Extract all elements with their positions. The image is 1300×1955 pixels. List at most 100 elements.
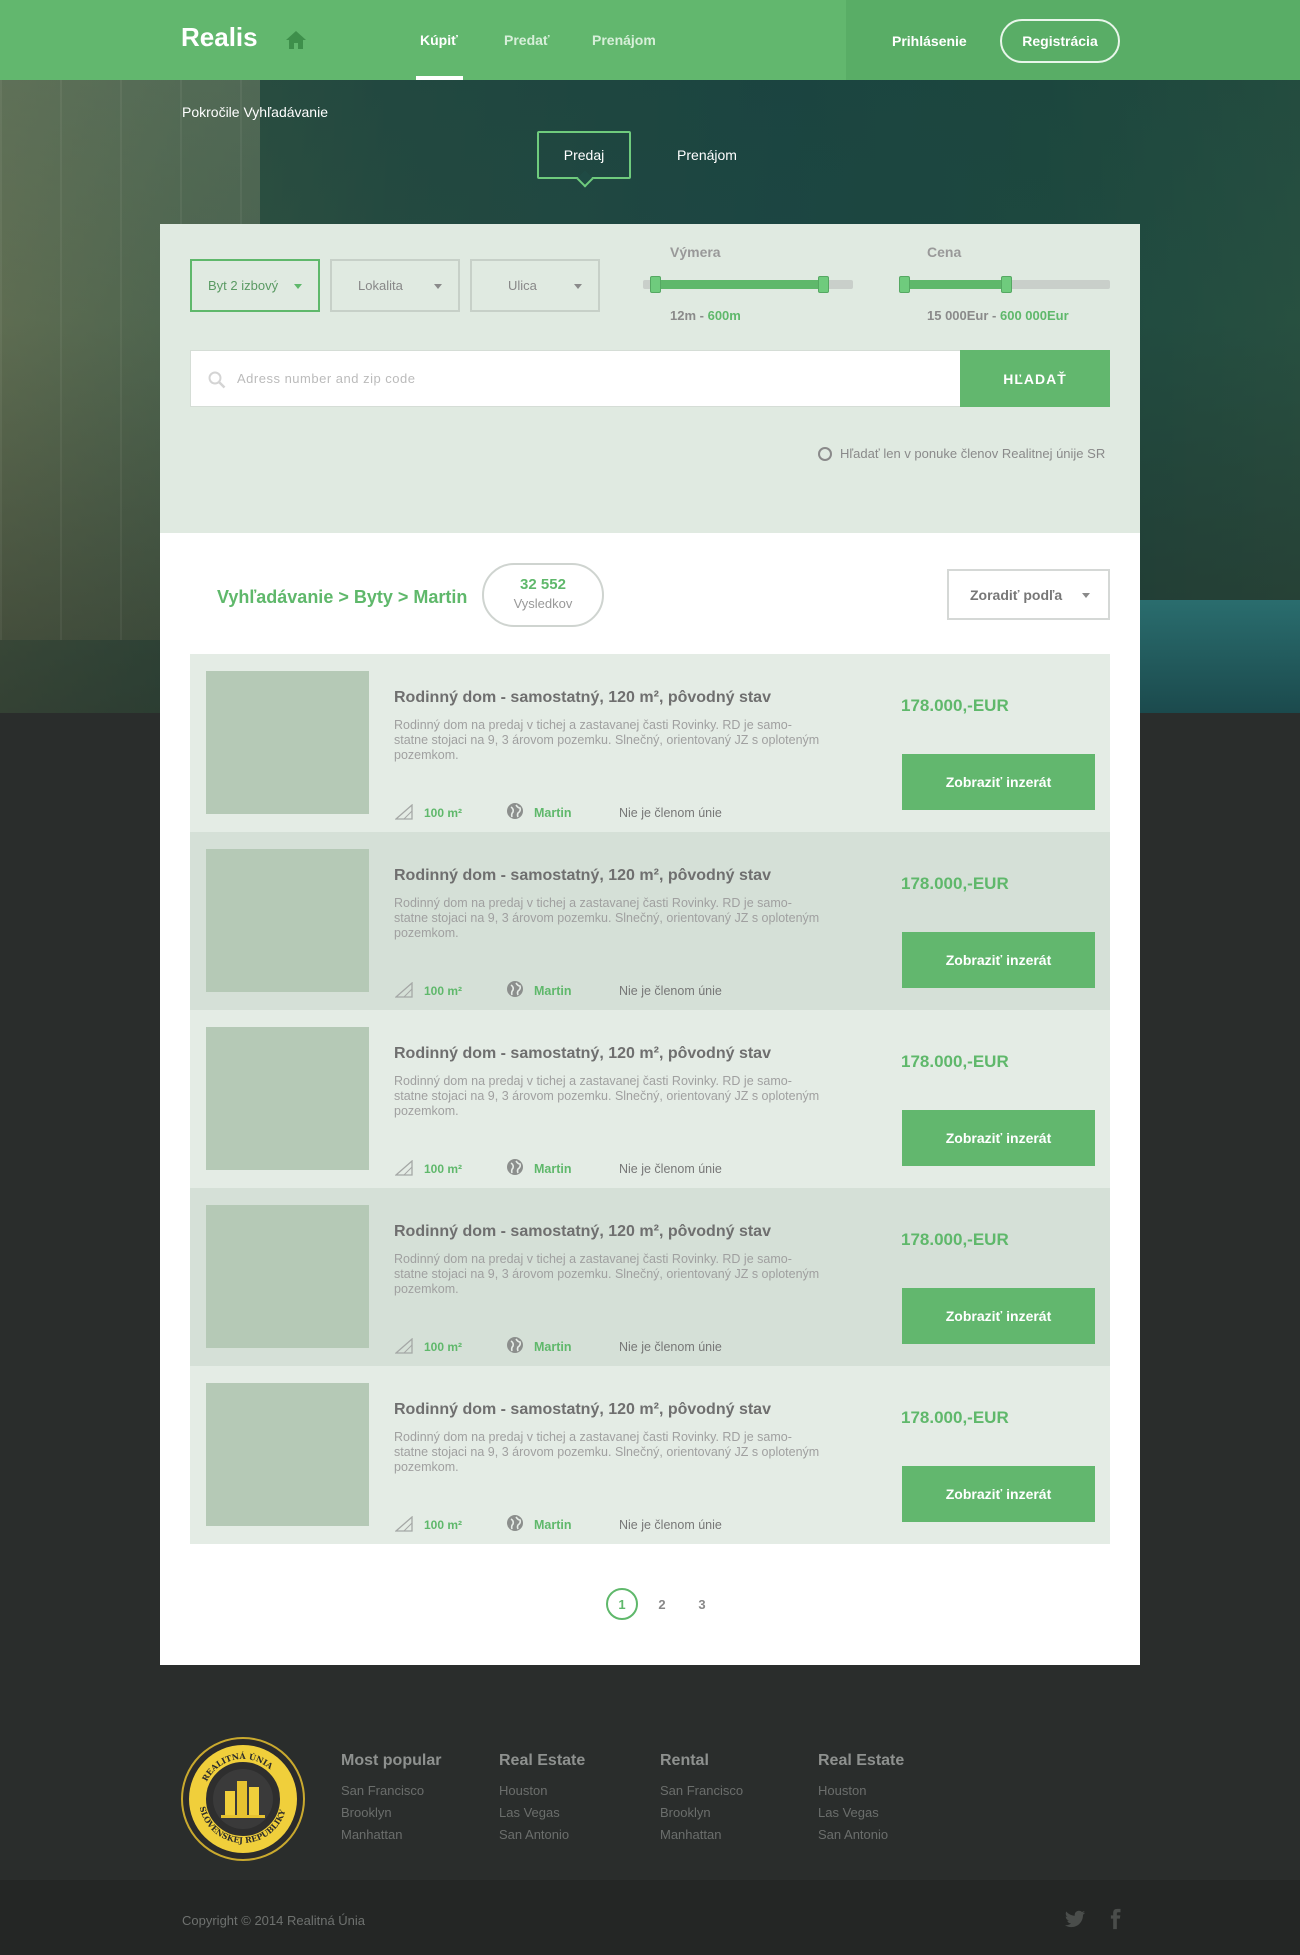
listing-photo[interactable] <box>206 1205 369 1348</box>
price-slider-max-handle[interactable] <box>1000 276 1012 293</box>
price-min: 15 000Eur <box>927 308 989 323</box>
view-listing-button[interactable]: Zobraziť inzerát <box>902 932 1095 988</box>
footer-heading: Most popular <box>341 1752 442 1769</box>
nav-active-indicator <box>416 76 463 80</box>
listing-member-status: Nie je členom únie <box>619 1340 722 1354</box>
chevron-down-icon <box>1082 593 1090 598</box>
listing-title[interactable]: Rodinný dom - samostatný, 120 m², pôvodn… <box>394 1045 771 1063</box>
listing-photo[interactable] <box>206 849 369 992</box>
footer-link[interactable]: San Antonio <box>499 1824 585 1846</box>
listing-photo[interactable] <box>206 1027 369 1170</box>
view-listing-button[interactable]: Zobraziť inzerát <box>902 1288 1095 1344</box>
listing-title[interactable]: Rodinný dom - samostatný, 120 m², pôvodn… <box>394 1223 771 1241</box>
area-slider-min-handle[interactable] <box>649 276 661 293</box>
listing-card[interactable]: Rodinný dom - samostatný, 120 m², pôvodn… <box>190 654 1110 832</box>
footer-link[interactable]: Las Vegas <box>499 1802 585 1824</box>
sort-select[interactable]: Zoradiť podľa <box>947 569 1110 620</box>
footer-heading: Real Estate <box>818 1752 905 1769</box>
nav-item-predat[interactable]: Predať <box>504 32 550 48</box>
listing-area: 100 m² <box>424 1162 463 1176</box>
globe-icon <box>507 981 523 997</box>
view-listing-button[interactable]: Zobraziť inzerát <box>902 754 1095 810</box>
tab-prenajom[interactable]: Prenájom <box>663 131 751 179</box>
property-type-value: Byt 2 izbový <box>208 278 279 293</box>
listing-area: 100 m² <box>424 806 463 820</box>
view-listing-button[interactable]: Zobraziť inzerát <box>902 1466 1095 1522</box>
listing-card[interactable]: Rodinný dom - samostatný, 120 m², pôvodn… <box>190 832 1110 1010</box>
area-range-value: 12m - 600m <box>670 308 741 323</box>
members-only-option[interactable]: Hľadať len v ponuke členov Realitnej úni… <box>818 446 1105 461</box>
price-max: 600 000Eur <box>1000 308 1069 323</box>
nav-item-kupit[interactable]: Kúpiť <box>420 32 458 48</box>
property-type-select[interactable]: Byt 2 izbový <box>190 259 320 312</box>
listing-member-status: Nie je členom únie <box>619 984 722 998</box>
listing-city: Martin <box>534 1518 572 1532</box>
breadcrumb[interactable]: Vyhľadávanie > Byty > Martin <box>217 587 467 608</box>
listing-title[interactable]: Rodinný dom - samostatný, 120 m², pôvodn… <box>394 689 771 707</box>
login-link[interactable]: Prihlásenie <box>892 33 967 49</box>
page-1[interactable]: 1 <box>606 1588 638 1620</box>
footer-heading: Real Estate <box>499 1752 586 1769</box>
radio-button[interactable] <box>818 446 832 461</box>
listing-member-status: Nie je členom únie <box>619 806 722 820</box>
listing-city: Martin <box>534 806 572 820</box>
brand-logo[interactable]: Realis <box>181 22 258 53</box>
listing-card[interactable]: Rodinný dom - samostatný, 120 m², pôvodn… <box>190 1366 1110 1544</box>
twitter-icon[interactable] <box>1064 1908 1086 1930</box>
area-icon <box>395 982 413 998</box>
facebook-icon[interactable] <box>1104 1908 1126 1930</box>
price-slider-min-handle[interactable] <box>899 276 910 293</box>
search-submit-button[interactable]: HĽADAŤ <box>960 350 1110 407</box>
listing-photo[interactable] <box>206 1383 369 1526</box>
area-slider-max-handle[interactable] <box>817 276 829 293</box>
area-slider-fill <box>653 280 824 289</box>
area-icon <box>395 804 413 820</box>
advanced-search-title: Pokročile Vyhľadávanie <box>182 104 328 120</box>
home-icon[interactable] <box>285 30 307 50</box>
listing-card[interactable]: Rodinný dom - samostatný, 120 m², pôvodn… <box>190 1188 1110 1366</box>
members-only-label: Hľadať len v ponuke členov Realitnej úni… <box>840 446 1106 461</box>
footer-link[interactable]: Las Vegas <box>818 1802 904 1824</box>
listing-title[interactable]: Rodinný dom - samostatný, 120 m², pôvodn… <box>394 867 771 885</box>
listing-price: 178.000,-EUR <box>901 1230 1009 1249</box>
address-input[interactable] <box>190 350 962 407</box>
listing-description: Rodinný dom na predaj v tichej a zastava… <box>394 718 820 762</box>
page-2[interactable]: 2 <box>646 1588 678 1620</box>
location-value: Lokalita <box>358 278 403 293</box>
footer-link[interactable]: Manhattan <box>660 1824 743 1846</box>
listing-description: Rodinný dom na predaj v tichej a zastava… <box>394 1430 820 1474</box>
area-icon <box>395 1160 413 1176</box>
footer-link[interactable]: San Francisco <box>660 1780 743 1802</box>
area-max: 600m <box>707 308 741 323</box>
street-select[interactable]: Ulica <box>470 259 600 312</box>
listing-city: Martin <box>534 984 572 998</box>
globe-icon <box>507 803 523 819</box>
price-range-value: 15 000Eur - 600 000Eur <box>927 308 1069 323</box>
footer-link[interactable]: Brooklyn <box>341 1802 441 1824</box>
page-3[interactable]: 3 <box>686 1588 718 1620</box>
register-button[interactable]: Registrácia <box>1000 19 1120 63</box>
footer-link[interactable]: Manhattan <box>341 1824 441 1846</box>
footer-link[interactable]: Houston <box>499 1780 585 1802</box>
chevron-down-icon <box>574 284 582 289</box>
area-icon <box>395 1338 413 1354</box>
area-min: 12m <box>670 308 697 323</box>
listing-area: 100 m² <box>424 1340 463 1354</box>
listing-photo[interactable] <box>206 671 369 814</box>
footer-bar: Copyright © 2014 Realitná Únia <box>0 1880 1300 1955</box>
search-icon <box>208 371 226 389</box>
nav-item-prenajom[interactable]: Prenájom <box>592 32 656 48</box>
chevron-down-icon <box>294 284 302 289</box>
globe-icon <box>507 1159 523 1175</box>
footer-link[interactable]: San Antonio <box>818 1824 904 1846</box>
listing-card[interactable]: Rodinný dom - samostatný, 120 m², pôvodn… <box>190 1010 1110 1188</box>
listing-title[interactable]: Rodinný dom - samostatný, 120 m², pôvodn… <box>394 1401 771 1419</box>
footer-link[interactable]: Houston <box>818 1780 904 1802</box>
footer-link[interactable]: San Francisco <box>341 1780 441 1802</box>
location-select[interactable]: Lokalita <box>330 259 460 312</box>
view-listing-button[interactable]: Zobraziť inzerát <box>902 1110 1095 1166</box>
footer-link[interactable]: Brooklyn <box>660 1802 743 1824</box>
street-value: Ulica <box>508 278 537 293</box>
results-panel: Vyhľadávanie > Byty > Martin 32 552 Vysl… <box>160 533 1140 1665</box>
tab-predaj[interactable]: Predaj <box>537 131 631 179</box>
